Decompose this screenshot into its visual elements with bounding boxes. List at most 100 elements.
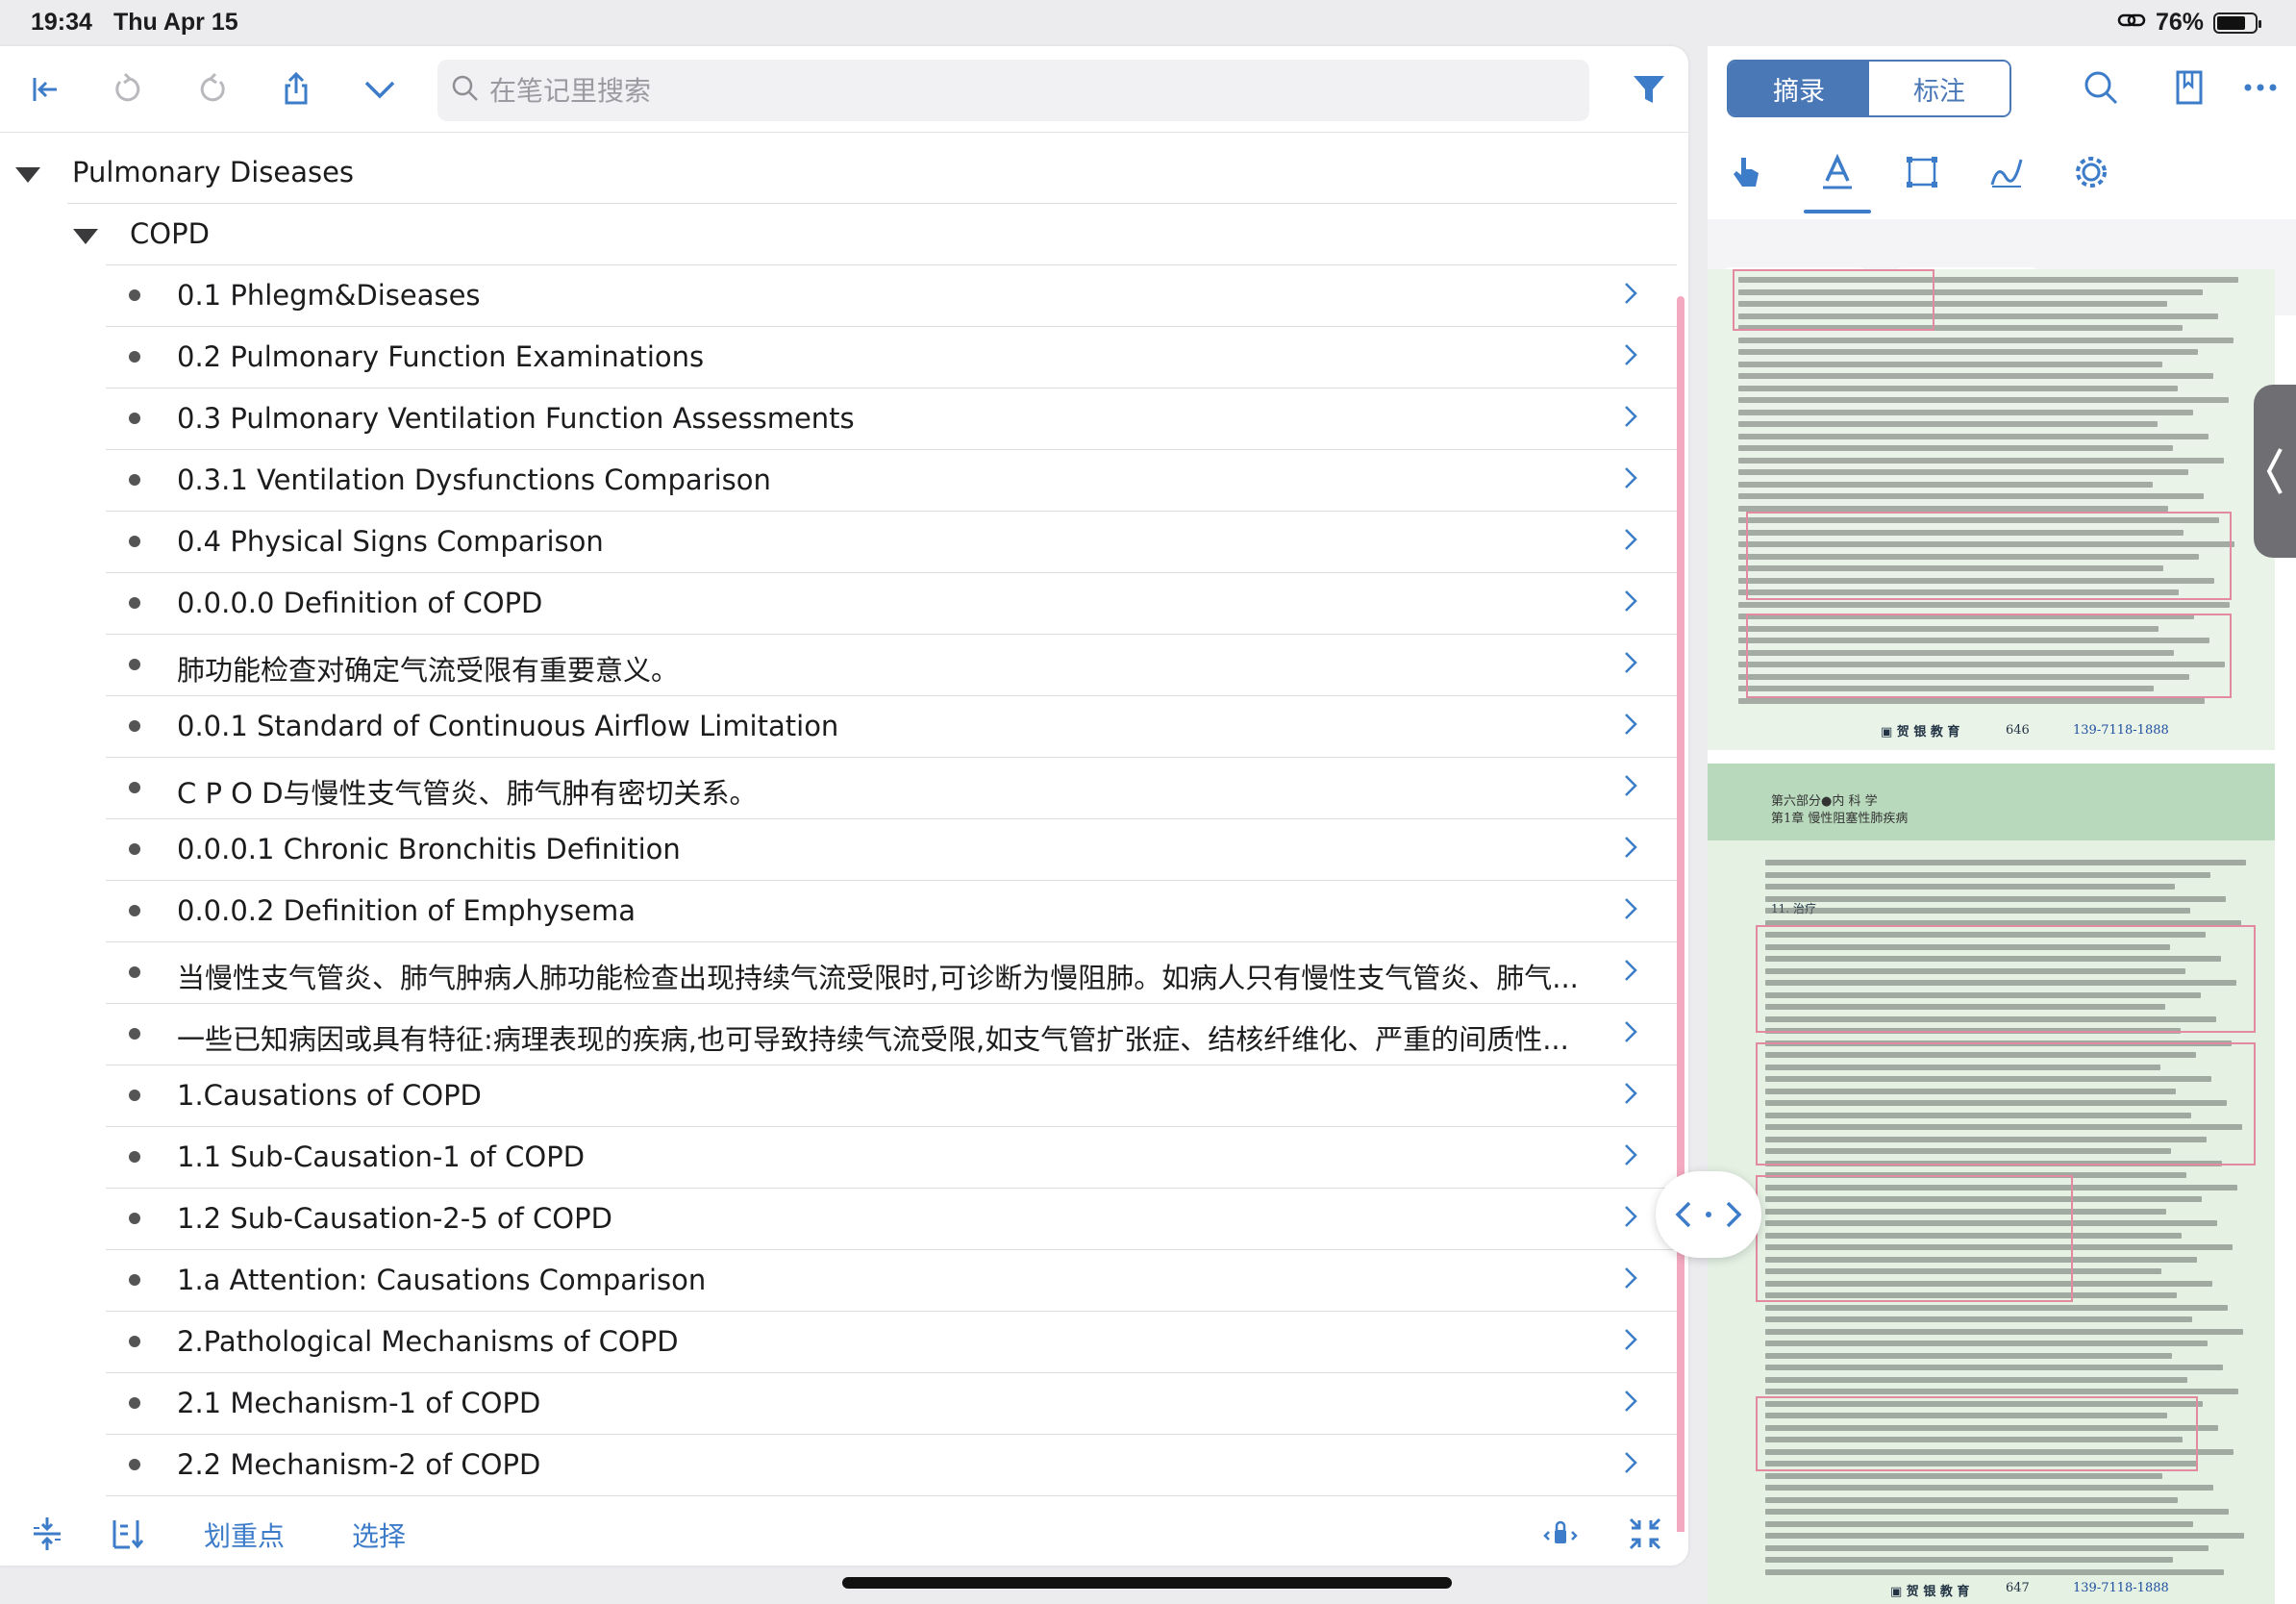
annotation-box[interactable] <box>1746 614 2232 698</box>
undo-icon[interactable] <box>104 65 152 113</box>
outline-item[interactable]: C P O D与慢性支气管炎、肺气肿有密切关系。 <box>0 758 1677 819</box>
annotation-box[interactable] <box>1756 1175 2073 1302</box>
annotation-box[interactable] <box>1756 925 2256 1033</box>
pdf-viewer-pane: 摘录 标注 ... ... 管理 <box>1708 46 2296 1604</box>
search-input[interactable] <box>489 74 1547 107</box>
annotation-box[interactable] <box>1756 1042 2256 1165</box>
side-drawer-handle[interactable] <box>2254 385 2296 558</box>
tree-node-copd[interactable]: COPD <box>0 204 1677 265</box>
bullet-icon <box>129 1090 140 1101</box>
chevron-left-icon <box>2266 448 2283 494</box>
chevron-right-icon[interactable] <box>1621 1140 1640 1169</box>
chevron-right-icon[interactable] <box>1621 710 1640 739</box>
lock-pin-icon[interactable] <box>1536 1510 1585 1558</box>
outline-item[interactable]: 0.0.0.0 Definition of COPD <box>0 573 1677 635</box>
chevron-right-icon[interactable] <box>1621 1202 1640 1231</box>
text-line <box>1765 1352 2172 1359</box>
outline-item-label: 1.2 Sub-Causation-2-5 of COPD <box>177 1202 612 1235</box>
outline-item[interactable]: 1.a Attention: Causations Comparison <box>0 1250 1677 1312</box>
chevron-right-icon[interactable] <box>1621 648 1640 677</box>
chevron-right-icon[interactable] <box>1621 1264 1640 1292</box>
text-highlight-icon[interactable] <box>1813 148 1861 196</box>
chevron-right-icon[interactable] <box>1621 956 1640 985</box>
highlight-button[interactable]: 划重点 <box>204 1516 285 1554</box>
search-icon[interactable] <box>2077 63 2125 112</box>
chevron-right-icon[interactable] <box>1621 279 1640 308</box>
text-line <box>1765 908 2190 914</box>
text-line <box>1738 373 2213 379</box>
tab-excerpt[interactable]: 摘录 <box>1729 62 1869 115</box>
bookmark-icon[interactable] <box>2165 63 2213 112</box>
chevron-right-icon[interactable] <box>1621 402 1640 431</box>
outline-item[interactable]: 0.0.0.2 Definition of Emphysema <box>0 881 1677 942</box>
chevron-right-icon[interactable] <box>1621 1017 1640 1046</box>
more-icon[interactable] <box>2236 63 2284 112</box>
redo-icon[interactable] <box>188 65 237 113</box>
bullet-icon <box>129 1459 140 1470</box>
status-time: 19:34 <box>31 9 92 36</box>
expand-rows-icon[interactable] <box>23 1510 71 1558</box>
split-divider-handle[interactable] <box>1656 1171 1761 1258</box>
hand-pointer-icon[interactable] <box>1723 148 1771 196</box>
chevron-right-icon[interactable] <box>1621 771 1640 800</box>
outline-item[interactable]: 0.0.1 Standard of Continuous Airflow Lim… <box>0 696 1677 758</box>
outline-item[interactable]: 0.1 Phlegm&Diseases <box>0 265 1677 327</box>
outline-item[interactable]: 0.0.0.1 Chronic Bronchitis Definition <box>0 819 1677 881</box>
chevron-right-icon[interactable] <box>1621 833 1640 862</box>
chevron-right-icon[interactable] <box>1621 340 1640 369</box>
outline-item[interactable]: 2.1 Mechanism-1 of COPD <box>0 1373 1677 1435</box>
settings-gear-icon[interactable] <box>2067 148 2115 196</box>
text-line <box>1765 1389 2238 1394</box>
outline-item[interactable]: 1.1 Sub-Causation-1 of COPD <box>0 1127 1677 1189</box>
disclosure-triangle-icon[interactable] <box>73 229 98 244</box>
chevron-right-icon[interactable] <box>1621 587 1640 615</box>
outline-item-label: 0.3.1 Ventilation Dysfunctions Compariso… <box>177 464 771 496</box>
chevron-right-icon[interactable] <box>1621 1325 1640 1354</box>
outline-item[interactable]: 1.2 Sub-Causation-2-5 of COPD <box>0 1189 1677 1250</box>
chevron-right-icon[interactable] <box>1621 1448 1640 1477</box>
outline-item[interactable]: 当慢性支气管炎、肺气肿病人肺功能检查出现持续气流受限时,可诊断为慢阻肺。如病人只… <box>0 942 1677 1004</box>
text-line <box>1738 361 2162 367</box>
pdf-page[interactable]: 第六部分●内 科 学 第1章 慢性阻塞性肺疾病 11. 治疗 ▣ 贺 银 教 育… <box>1708 764 2275 1604</box>
pen-icon[interactable] <box>1983 148 2031 196</box>
outline-item[interactable]: 2.2 Mechanism-2 of COPD <box>0 1435 1677 1496</box>
outline-item-label: 1.Causations of COPD <box>177 1079 482 1112</box>
collapse-left-icon[interactable] <box>21 65 69 113</box>
disclosure-triangle-icon[interactable] <box>15 167 40 183</box>
text-line <box>1765 1509 2229 1515</box>
outline-item[interactable]: 1.Causations of COPD <box>0 1065 1677 1127</box>
annotation-box[interactable] <box>1746 512 2232 600</box>
chevron-right-icon[interactable] <box>1621 894 1640 923</box>
bullet-icon <box>129 843 140 855</box>
chevron-right-icon[interactable] <box>1621 1387 1640 1416</box>
tree-node-root[interactable]: Pulmonary Diseases <box>0 142 1677 204</box>
outline-item[interactable]: 0.3 Pulmonary Ventilation Function Asses… <box>0 388 1677 450</box>
rectangle-select-icon[interactable] <box>1898 148 1946 196</box>
select-button[interactable]: 选择 <box>352 1516 406 1554</box>
tab-annotate[interactable]: 标注 <box>1869 62 2009 115</box>
pdf-page[interactable]: ▣ 贺 银 教 育 646 139-7118-1888 <box>1708 269 2275 750</box>
sort-down-icon[interactable] <box>104 1510 152 1558</box>
outline-item[interactable]: 0.4 Physical Signs Comparison <box>0 512 1677 573</box>
chevron-down-icon[interactable] <box>356 65 404 113</box>
chevron-right-icon[interactable] <box>1621 525 1640 554</box>
filter-icon[interactable] <box>1625 65 1673 113</box>
outline-item[interactable]: 0.2 Pulmonary Function Examinations <box>0 327 1677 388</box>
outline-item-label: 一些已知病因或具有特征:病理表现的疾病,也可导致持续气流受限,如支气管扩张症、结… <box>177 1023 1569 1056</box>
bullet-icon <box>129 966 140 978</box>
outline-item-label: 0.0.0.2 Definition of Emphysema <box>177 894 636 927</box>
text-line <box>1738 421 2158 427</box>
home-indicator[interactable] <box>842 1577 1452 1589</box>
notes-search-field[interactable] <box>437 60 1589 121</box>
annotation-box[interactable] <box>1756 1396 2198 1471</box>
outline-item[interactable]: 2.Pathological Mechanisms of COPD <box>0 1312 1677 1373</box>
chevron-right-icon[interactable] <box>1621 464 1640 492</box>
shrink-icon[interactable] <box>1621 1510 1669 1558</box>
outline-item[interactable]: 0.3.1 Ventilation Dysfunctions Compariso… <box>0 450 1677 512</box>
outline-item[interactable]: 肺功能检查对确定气流受限有重要意义。 <box>0 635 1677 696</box>
outline-item[interactable]: 一些已知病因或具有特征:病理表现的疾病,也可导致持续气流受限,如支气管扩张症、结… <box>0 1004 1677 1065</box>
share-icon[interactable] <box>272 65 320 113</box>
scroll-indicator[interactable] <box>1677 296 1685 1532</box>
annotation-box[interactable] <box>1733 269 1934 331</box>
chevron-right-icon[interactable] <box>1621 1079 1640 1108</box>
